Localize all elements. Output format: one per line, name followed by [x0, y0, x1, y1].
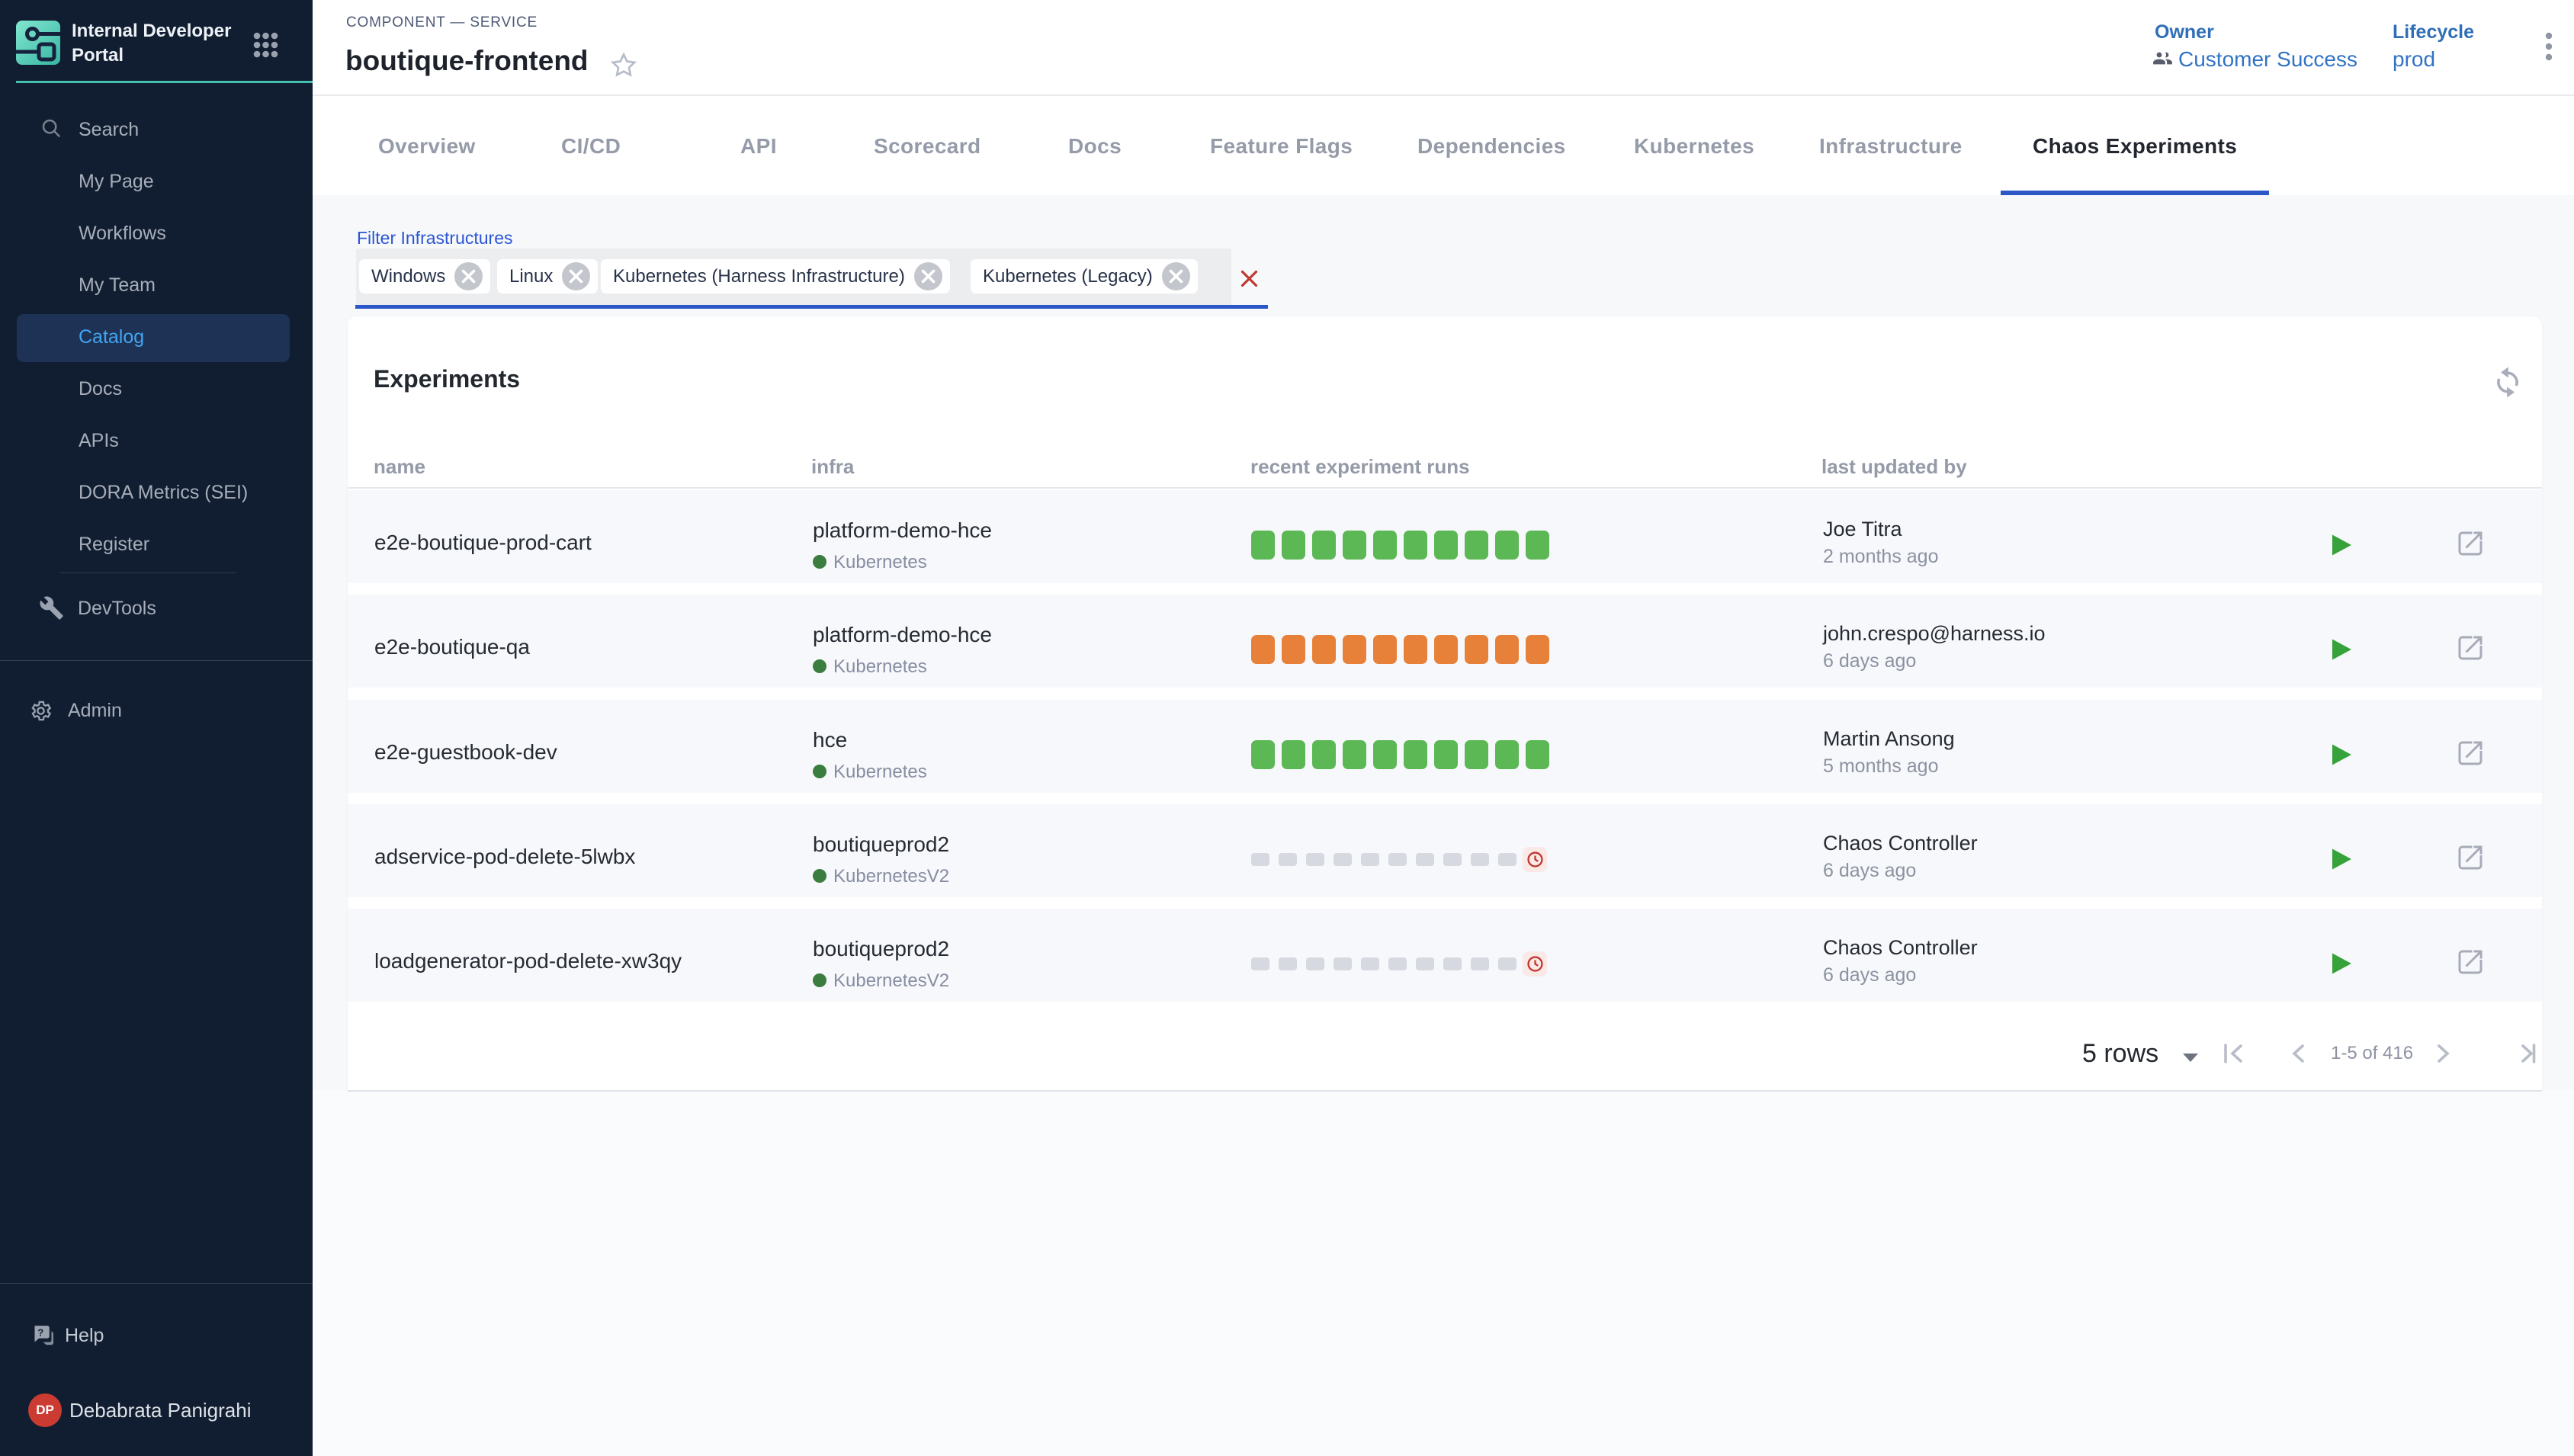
- svg-text:?: ?: [37, 1326, 43, 1338]
